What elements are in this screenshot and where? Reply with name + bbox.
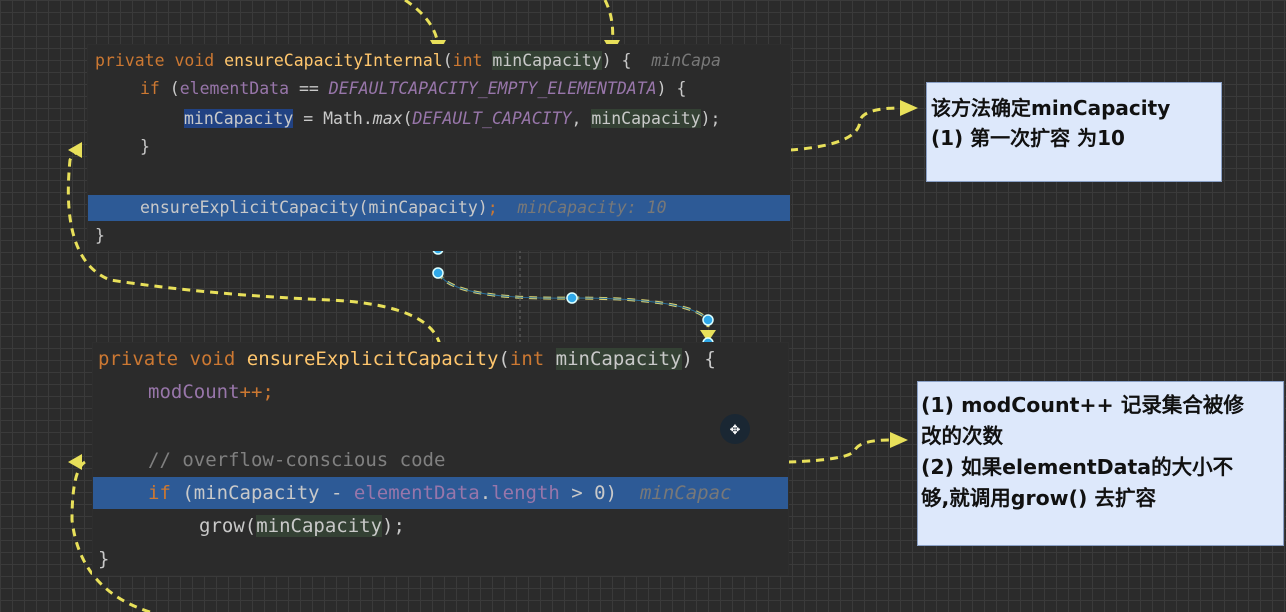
arrow-top-right xyxy=(603,0,615,46)
param-name: minCapacity xyxy=(256,515,383,537)
note-line: 该方法确定minCapacity xyxy=(931,96,1171,120)
code-line-current-execution: if (minCapacity - elementData.length > 0… xyxy=(93,477,788,509)
arrow-top-left xyxy=(404,0,440,46)
code-brace: ) { xyxy=(681,348,716,370)
code-line-signature: private void ensureCapacityInternal(int … xyxy=(95,51,721,70)
code-line-modcount: modCount++; xyxy=(93,376,788,408)
field-element-data: elementData xyxy=(179,79,290,98)
note-line: 改的次数 xyxy=(921,424,1003,448)
note-line: (1) 第一次扩容 为10 xyxy=(931,126,1125,150)
arrowhead-note1 xyxy=(900,100,918,116)
annotation-note-modcount-grow[interactable]: (1) modCount++ 记录集合被修 改的次数 (2) 如果element… xyxy=(917,381,1284,546)
keyword-private: private xyxy=(98,348,179,370)
code-block-ensure-explicit-capacity: private void ensureExplicitCapacity(int … xyxy=(93,343,788,575)
inline-hint: minCapa xyxy=(651,51,721,70)
code-text: ; xyxy=(487,198,498,217)
arrow-to-note1 xyxy=(789,106,901,152)
constant-default-empty: DEFAULTCAPACITY_EMPTY_ELEMENTDATA xyxy=(328,79,657,98)
code-line-close-if: } xyxy=(140,137,150,156)
code-text: ); xyxy=(382,515,405,537)
annotation-note-min-capacity[interactable]: 该方法确定minCapacity (1) 第一次扩容 为10 xyxy=(926,82,1222,182)
code-text: ensureExplicitCapacity(minCapacity) xyxy=(140,198,488,217)
code-line-grow: grow(minCapacity); xyxy=(93,510,788,542)
keyword-if: if xyxy=(148,482,171,504)
code-line-signature: private void ensureExplicitCapacity(int … xyxy=(98,348,716,370)
code-line-close-method: } xyxy=(95,226,105,245)
arrowhead-note2 xyxy=(890,432,908,448)
arrowhead-block2 xyxy=(68,454,82,470)
keyword-if: if xyxy=(140,79,160,98)
code-line-current-execution: ensureExplicitCapacity(minCapacity); min… xyxy=(88,195,790,221)
code-text: (minCapacity - xyxy=(170,482,354,504)
method-name: ensureExplicitCapacity xyxy=(246,348,499,370)
param-name: minCapacity xyxy=(555,348,682,370)
selected-variable: minCapacity xyxy=(184,109,294,128)
code-text: , xyxy=(571,109,592,128)
param-type: int xyxy=(452,51,483,70)
keyword-void: void xyxy=(189,348,236,370)
param-name: minCapacity xyxy=(591,109,701,128)
method-name: ensureCapacityInternal xyxy=(224,51,443,70)
code-brace: ) { xyxy=(601,51,632,70)
param-name: minCapacity xyxy=(492,51,602,70)
code-text: ) { xyxy=(656,79,687,98)
code-text: ( xyxy=(159,79,180,98)
code-line-close-method: } xyxy=(98,548,110,570)
move-icon[interactable]: ✥ xyxy=(720,414,750,444)
code-text: . xyxy=(479,482,492,504)
code-text: = Math. xyxy=(293,109,373,128)
code-text: grow( xyxy=(199,515,257,537)
field-modcount: modCount xyxy=(148,381,240,403)
inline-hint: minCapac xyxy=(639,482,732,504)
note-line: 够,就调用grow() 去扩容 xyxy=(921,486,1156,510)
debug-value-hint: minCapacity: 10 xyxy=(517,198,667,217)
note-line: (1) modCount++ 记录集合被修 xyxy=(921,393,1244,417)
code-text: > 0) xyxy=(559,482,618,504)
code-line-if: if (elementData == DEFAULTCAPACITY_EMPTY… xyxy=(88,76,790,102)
code-text: == xyxy=(289,79,329,98)
method-max: max xyxy=(372,109,403,128)
code-text: ( xyxy=(402,109,413,128)
constant-default-capacity: DEFAULT_CAPACITY xyxy=(412,109,572,128)
field-element-data: elementData xyxy=(353,482,480,504)
keyword-void: void xyxy=(174,51,215,70)
code-line-assign: minCapacity = Math.max(DEFAULT_CAPACITY,… xyxy=(88,106,790,132)
param-type: int xyxy=(509,348,545,370)
arrowhead-block1 xyxy=(68,142,82,158)
code-block-ensure-capacity-internal: private void ensureCapacityInternal(int … xyxy=(88,45,790,250)
arrow-to-note2 xyxy=(787,438,891,464)
note-line: (2) 如果elementData的大小不 xyxy=(921,455,1234,479)
code-text: ++; xyxy=(239,381,274,403)
field-length: length xyxy=(491,482,560,504)
code-comment: // overflow-conscious code xyxy=(148,449,446,471)
code-text: ); xyxy=(700,109,721,128)
keyword-private: private xyxy=(95,51,165,70)
connector-handle-icon xyxy=(432,243,714,349)
